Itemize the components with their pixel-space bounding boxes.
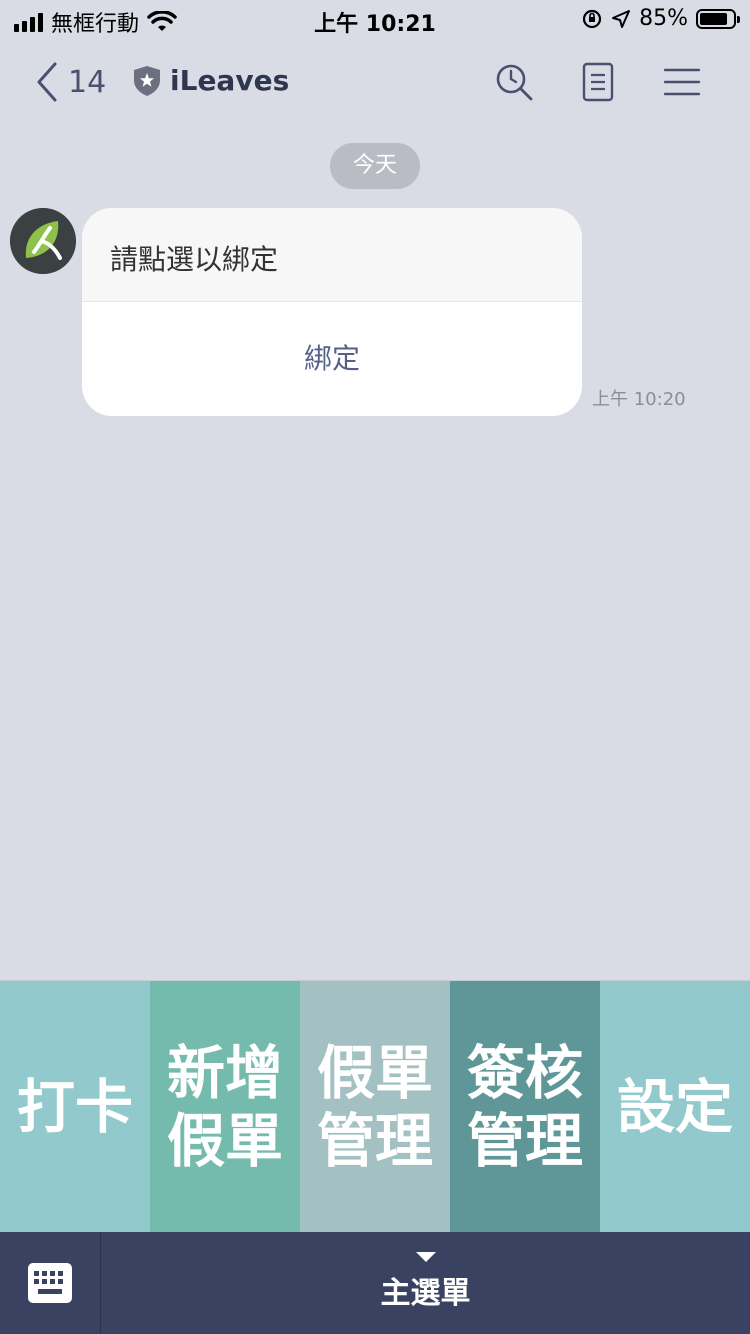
leaf-logo-icon: [10, 208, 76, 274]
message-bubble: 請點選以綁定 綁定: [82, 208, 582, 416]
rich-menu-item-new-leave[interactable]: 新增假單: [150, 981, 300, 1233]
page-title: iLeaves: [170, 64, 290, 97]
bind-button[interactable]: 綁定: [82, 302, 582, 415]
rich-menu-label: 假單管理: [316, 1038, 433, 1175]
chevron-left-icon: [37, 62, 57, 102]
keyboard-icon: [28, 1263, 72, 1303]
main-menu-label: 主選單: [380, 1276, 471, 1311]
rich-menu-label: 簽核管理: [466, 1038, 583, 1175]
rich-menu-label: 設定: [616, 1072, 733, 1141]
battery-icon: [696, 8, 740, 29]
rich-menu-item-approval-management[interactable]: 簽核管理: [450, 981, 600, 1233]
status-bar: 無框行動 上午 10:21 85%: [0, 0, 750, 40]
rich-menu-item-clock-in[interactable]: 打卡: [0, 981, 150, 1233]
status-right: 85%: [581, 6, 740, 31]
back-button[interactable]: 14: [36, 62, 106, 102]
location-arrow-icon: [612, 9, 631, 28]
rich-menu-item-leave-management[interactable]: 假單管理: [300, 981, 450, 1233]
rich-menu-label: 新增假單: [166, 1038, 283, 1175]
rich-menu: 打卡 新增假單 假單管理 簽核管理 設定: [0, 980, 750, 1233]
chat-header: 14 iLeaves: [0, 40, 750, 130]
orientation-lock-icon: [582, 9, 602, 28]
keyboard-button[interactable]: [0, 1232, 101, 1334]
battery-fill: [700, 12, 727, 25]
message-text: 請點選以綁定: [82, 208, 582, 302]
avatar[interactable]: [10, 208, 76, 274]
unread-count: 14: [68, 64, 107, 100]
message-time: 上午 10:20: [592, 389, 686, 410]
menu-icon[interactable]: [662, 62, 702, 102]
date-separator: 今天: [330, 143, 420, 189]
header-actions: [494, 62, 702, 102]
battery-percent: 85%: [639, 6, 688, 31]
official-account-shield-icon: [134, 65, 160, 96]
rich-menu-item-settings[interactable]: 設定: [600, 981, 750, 1233]
chat-title: iLeaves: [132, 64, 289, 97]
bottom-bar: 主選單: [0, 1232, 750, 1334]
rich-menu-label: 打卡: [16, 1072, 133, 1141]
main-menu-toggle[interactable]: 主選單: [101, 1232, 750, 1334]
notes-icon[interactable]: [578, 62, 618, 102]
search-icon[interactable]: [494, 62, 534, 102]
caret-down-icon: [415, 1252, 436, 1262]
